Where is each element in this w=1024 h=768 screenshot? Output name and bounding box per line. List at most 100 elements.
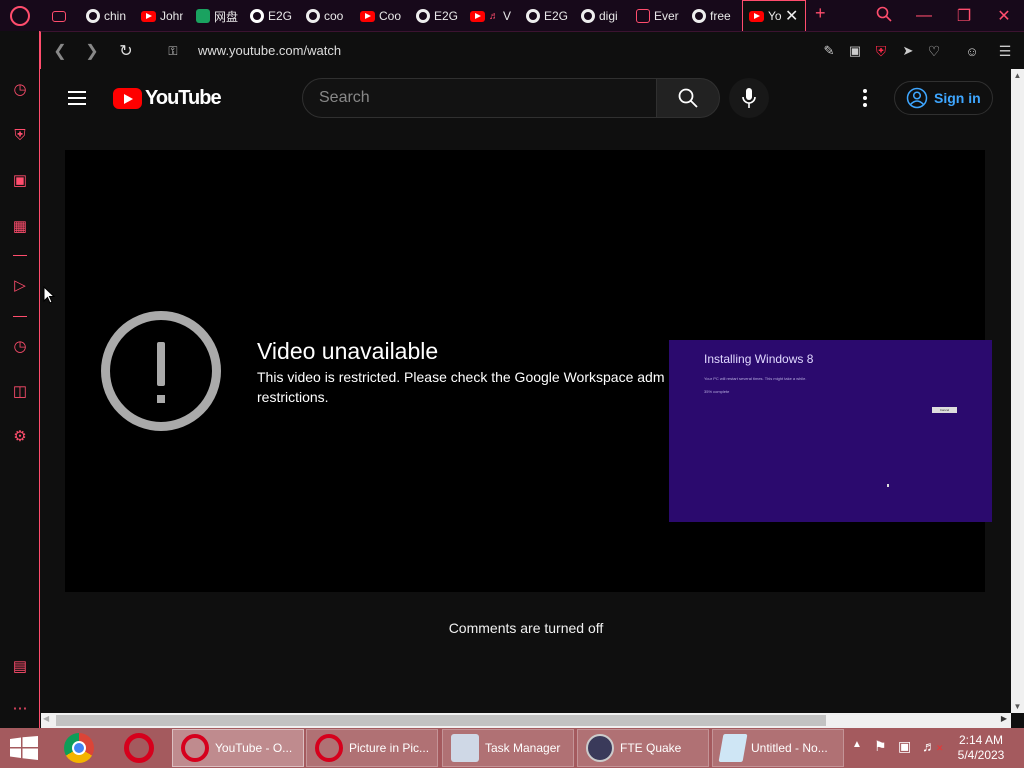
tab-item[interactable]: 网盘	[196, 4, 238, 28]
tab-item[interactable]: E2G	[416, 4, 458, 28]
extensions-cube-icon[interactable]: ◫	[10, 381, 30, 401]
action-center-flag-icon[interactable]: ⚑	[874, 738, 887, 755]
youtube-logo[interactable]: YouTube	[113, 87, 222, 110]
back-icon[interactable]: ❮	[49, 40, 71, 62]
quake-icon	[586, 734, 614, 762]
tab-strip: chin John 网盘 E2G coo Coo E2G ♬ V E2G digi…	[0, 0, 1024, 31]
sign-in-button[interactable]: Sign in	[894, 81, 993, 115]
close-tab-icon[interactable]: ✕	[785, 6, 798, 26]
horizontal-scroll-thumb[interactable]	[56, 715, 826, 726]
youtube-masthead: YouTube Sign in	[41, 69, 1011, 127]
close-window-button[interactable]: ✕	[984, 0, 1024, 31]
taskbar-item[interactable]: Untitled - No...	[712, 729, 844, 767]
volume-muted-icon[interactable]: ♬✕	[922, 738, 944, 754]
voice-search-button[interactable]	[729, 78, 769, 118]
speed-dial-icon[interactable]: ◷	[10, 79, 30, 99]
speaker-icon: ♬	[489, 10, 499, 22]
youtube-icon	[141, 10, 156, 22]
scroll-up-icon[interactable]: ▲	[1011, 69, 1024, 80]
windows-logo-icon	[10, 736, 38, 760]
adblock-shield-icon[interactable]: ⛨	[870, 40, 892, 62]
pinboard-image-icon[interactable]: ▤	[10, 656, 30, 676]
youtube-icon	[749, 10, 764, 22]
taskbar-item[interactable]: FTE Quake	[577, 729, 709, 767]
globe-icon	[692, 9, 706, 23]
url-field[interactable]: www.youtube.com/watch	[198, 43, 341, 58]
tab-item[interactable]: Coo	[360, 4, 402, 28]
clock-date: 5/4/2023	[957, 748, 1005, 762]
taskbar-item[interactable]: YouTube - O...	[172, 729, 304, 767]
horizontal-scrollbar[interactable]: ◀ ▶	[41, 713, 1011, 728]
heart-icon[interactable]: ♡	[923, 40, 945, 62]
task-manager-icon	[451, 734, 479, 762]
tab-active[interactable]: Yo ✕	[742, 0, 806, 31]
menu-hamburger-icon[interactable]	[68, 87, 86, 109]
history-icon[interactable]: ◷	[10, 336, 30, 356]
restore-button[interactable]: ❐	[944, 0, 984, 31]
globe-icon	[86, 9, 100, 23]
tab-item[interactable]: coo	[306, 4, 346, 28]
address-bar: ❮ ❯ ↻ ⚿ www.youtube.com/watch ✎ ▣ ⛨ ➤ ♡ …	[40, 31, 1024, 69]
globe-icon	[416, 9, 430, 23]
opera-icon	[315, 734, 343, 762]
system-clock[interactable]: 2:14 AM 5/4/2023	[946, 733, 1016, 763]
vertical-scrollbar[interactable]: ▲ ▼	[1011, 69, 1024, 713]
globe-icon	[526, 9, 540, 23]
more-dots-icon[interactable]: ⋯	[10, 698, 30, 718]
tab-search-icon[interactable]	[875, 5, 893, 23]
tab-mail[interactable]	[52, 4, 72, 28]
tab-item[interactable]: Ever	[636, 4, 680, 28]
send-icon[interactable]: ➤	[897, 40, 919, 62]
tab-item[interactable]: ♬ V	[470, 4, 514, 28]
tab-item[interactable]: E2G	[526, 4, 568, 28]
profile-icon[interactable]: ☺	[961, 40, 983, 62]
snapshot-camera-icon[interactable]: ▣	[844, 40, 866, 62]
share-link-icon[interactable]: ✎	[818, 40, 840, 62]
easy-setup-icon[interactable]: ☰	[994, 40, 1016, 62]
network-icon[interactable]: ▣	[898, 738, 911, 755]
github-icon	[250, 9, 264, 23]
search-box[interactable]	[302, 78, 658, 118]
scroll-left-icon[interactable]: ◀	[43, 714, 49, 723]
tab-item[interactable]: chin	[86, 4, 130, 28]
taskbar-item[interactable]: Task Manager	[442, 729, 574, 767]
globe-icon	[581, 9, 595, 23]
pip-install-title: Installing Windows 8	[704, 352, 814, 366]
opera-icon	[181, 734, 209, 762]
tv-icon	[636, 9, 650, 23]
taskbar-item[interactable]: Picture in Pic...	[306, 729, 438, 767]
reload-icon[interactable]: ↻	[115, 40, 137, 62]
chip-icon[interactable]: ▦	[10, 216, 30, 236]
share-icon	[196, 9, 210, 23]
chrome-icon[interactable]	[64, 733, 94, 763]
globe-icon	[306, 9, 320, 23]
shopping-bag-icon[interactable]: ⛨	[10, 125, 30, 145]
settings-more-icon[interactable]	[863, 89, 867, 107]
player-icon[interactable]: ▷	[10, 275, 30, 295]
tab-item[interactable]: digi	[581, 4, 623, 28]
new-tab-button[interactable]: +	[815, 3, 826, 24]
opera-taskbar-icon[interactable]	[124, 733, 154, 763]
minimize-button[interactable]: —	[904, 0, 944, 31]
tab-item[interactable]: John	[141, 4, 183, 28]
tab-item[interactable]: free	[692, 4, 734, 28]
tab-item[interactable]: E2G	[250, 4, 292, 28]
opera-menu-button[interactable]	[10, 6, 30, 26]
error-exclamation-icon	[101, 311, 221, 431]
scroll-right-icon[interactable]: ▶	[1001, 714, 1007, 723]
twitch-icon[interactable]: ▣	[10, 170, 30, 190]
pip-cursor-icon	[887, 484, 889, 487]
picture-in-picture-window[interactable]: Installing Windows 8 Your PC will restar…	[669, 340, 992, 522]
search-button[interactable]	[656, 78, 720, 118]
tray-expand-icon[interactable]: ▲	[852, 739, 862, 750]
settings-gear-icon[interactable]: ⚙	[10, 426, 30, 446]
search-input[interactable]	[303, 79, 623, 117]
clock-time: 2:14 AM	[958, 733, 1004, 747]
scroll-down-icon[interactable]: ▼	[1011, 702, 1024, 711]
forward-icon[interactable]: ❯	[81, 40, 103, 62]
opera-sidebar: ◷ ⛨ ▣ ▦ ▷ ◷ ◫ ⚙ ▤ ⋯	[0, 31, 40, 728]
video-restricted-message: This video is restricted. Please check t…	[257, 369, 665, 405]
windows-start-button[interactable]	[10, 736, 38, 760]
sidebar-divider	[13, 316, 27, 317]
youtube-play-icon	[113, 88, 142, 109]
